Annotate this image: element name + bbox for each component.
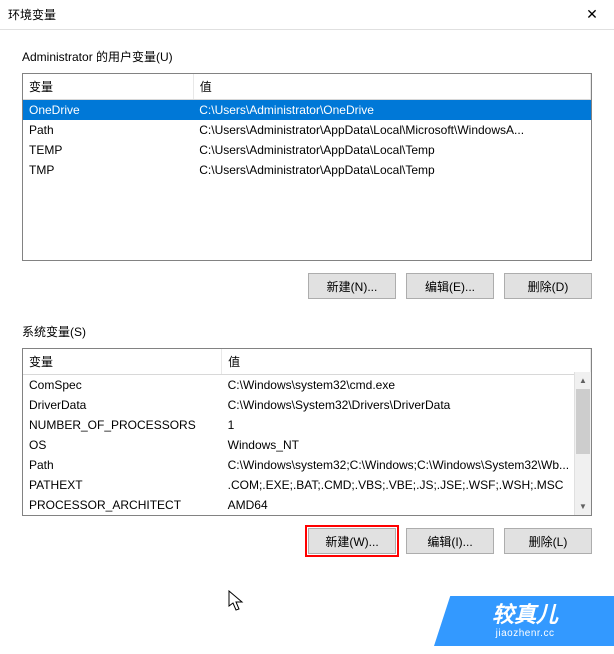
close-button[interactable]: ✕ (572, 1, 612, 29)
table-row[interactable]: PathC:\Windows\system32;C:\Windows;C:\Wi… (23, 455, 591, 475)
user-variables-group: Administrator 的用户变量(U) 变量 值 OneDriveC:\U… (22, 48, 592, 299)
system-col-variable[interactable]: 变量 (23, 349, 222, 375)
cell-variable: Path (23, 455, 222, 475)
system-delete-button[interactable]: 删除(L) (504, 528, 592, 554)
cell-value: C:\Windows\system32;C:\Windows;C:\Window… (222, 455, 591, 475)
watermark-badge: 较真儿 jiaozhenr.cc (434, 596, 614, 646)
user-variables-table: 变量 值 OneDriveC:\Users\Administrator\OneD… (23, 74, 591, 180)
user-delete-button[interactable]: 删除(D) (504, 273, 592, 299)
cell-variable: TMP (23, 160, 193, 180)
close-icon: ✕ (586, 6, 598, 23)
cell-value: 1 (222, 415, 591, 435)
watermark-sub: jiaozhenr.cc (492, 628, 558, 640)
cell-variable: Path (23, 120, 193, 140)
table-row[interactable]: ComSpecC:\Windows\system32\cmd.exe (23, 375, 591, 396)
table-header-row: 变量 值 (23, 74, 591, 100)
user-new-button[interactable]: 新建(N)... (308, 273, 396, 299)
table-row[interactable]: PROCESSOR_ARCHITECTAMD64 (23, 495, 591, 515)
system-col-value[interactable]: 值 (222, 349, 591, 375)
cell-variable: DriverData (23, 395, 222, 415)
system-variables-table-wrap: 变量 值 ComSpecC:\Windows\system32\cmd.exeD… (22, 348, 592, 516)
cell-value: C:\Windows\system32\cmd.exe (222, 375, 591, 396)
cell-value: C:\Users\Administrator\AppData\Local\Tem… (193, 140, 590, 160)
titlebar: 环境变量 ✕ (0, 0, 614, 30)
user-variables-scrollarea[interactable]: 变量 值 OneDriveC:\Users\Administrator\OneD… (23, 74, 591, 260)
cell-variable: ComSpec (23, 375, 222, 396)
dialog-content: Administrator 的用户变量(U) 变量 值 OneDriveC:\U… (0, 30, 614, 588)
scroll-down-icon[interactable]: ▼ (575, 498, 591, 515)
user-variables-table-wrap: 变量 值 OneDriveC:\Users\Administrator\OneD… (22, 73, 592, 261)
system-variables-label: 系统变量(S) (22, 323, 592, 340)
table-row[interactable]: OSWindows_NT (23, 435, 591, 455)
user-buttons-row: 新建(N)... 编辑(E)... 删除(D) (22, 273, 592, 299)
cell-variable: OneDrive (23, 100, 193, 121)
user-col-value[interactable]: 值 (193, 74, 590, 100)
table-row[interactable]: PathC:\Users\Administrator\AppData\Local… (23, 120, 591, 140)
cell-value: C:\Users\Administrator\AppData\Local\Tem… (193, 160, 590, 180)
window-title: 环境变量 (8, 6, 56, 23)
table-row[interactable]: OneDriveC:\Users\Administrator\OneDrive (23, 100, 591, 121)
user-variables-label: Administrator 的用户变量(U) (22, 48, 592, 65)
user-edit-button[interactable]: 编辑(E)... (406, 273, 494, 299)
system-edit-button[interactable]: 编辑(I)... (406, 528, 494, 554)
table-row[interactable]: DriverDataC:\Windows\System32\Drivers\Dr… (23, 395, 591, 415)
system-variables-scrollarea[interactable]: 变量 值 ComSpecC:\Windows\system32\cmd.exeD… (23, 349, 591, 515)
system-buttons-row: 新建(W)... 编辑(I)... 删除(L) (22, 528, 592, 554)
system-variables-group: 系统变量(S) 变量 值 ComSpecC:\Windows\system32\… (22, 323, 592, 554)
cell-variable: PROCESSOR_ARCHITECT (23, 495, 222, 515)
scroll-thumb[interactable] (576, 389, 590, 454)
cell-variable: OS (23, 435, 222, 455)
cell-value: .COM;.EXE;.BAT;.CMD;.VBS;.VBE;.JS;.JSE;.… (222, 475, 591, 495)
cell-value: AMD64 (222, 495, 591, 515)
cell-value: C:\Users\Administrator\OneDrive (193, 100, 590, 121)
cell-variable: PATHEXT (23, 475, 222, 495)
table-row[interactable]: PATHEXT.COM;.EXE;.BAT;.CMD;.VBS;.VBE;.JS… (23, 475, 591, 495)
watermark-main: 较真儿 (492, 602, 558, 628)
scroll-track[interactable] (575, 389, 591, 498)
system-variables-table: 变量 值 ComSpecC:\Windows\system32\cmd.exeD… (23, 349, 591, 515)
user-col-variable[interactable]: 变量 (23, 74, 193, 100)
cell-value: C:\Users\Administrator\AppData\Local\Mic… (193, 120, 590, 140)
cell-variable: TEMP (23, 140, 193, 160)
cursor-icon (228, 590, 246, 612)
cell-value: C:\Windows\System32\Drivers\DriverData (222, 395, 591, 415)
table-row[interactable]: TMPC:\Users\Administrator\AppData\Local\… (23, 160, 591, 180)
cell-variable: NUMBER_OF_PROCESSORS (23, 415, 222, 435)
cell-value: Windows_NT (222, 435, 591, 455)
table-row[interactable]: TEMPC:\Users\Administrator\AppData\Local… (23, 140, 591, 160)
table-row[interactable]: NUMBER_OF_PROCESSORS1 (23, 415, 591, 435)
scroll-up-icon[interactable]: ▲ (575, 372, 591, 389)
system-new-button[interactable]: 新建(W)... (308, 528, 396, 554)
table-header-row: 变量 值 (23, 349, 591, 375)
system-scrollbar[interactable]: ▲ ▼ (574, 372, 591, 515)
